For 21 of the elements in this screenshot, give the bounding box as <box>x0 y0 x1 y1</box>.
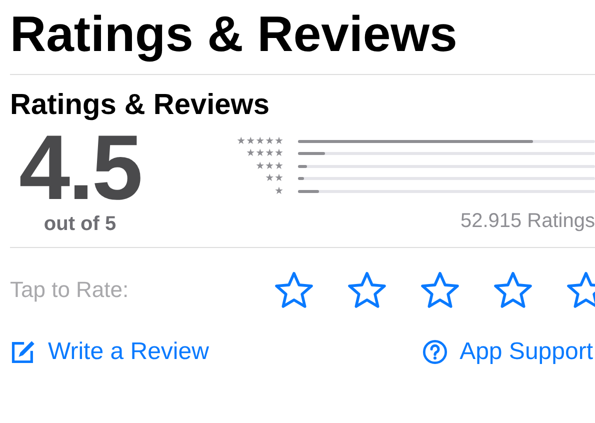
star-icon[interactable] <box>565 269 595 311</box>
star-label: ★★ <box>265 173 284 184</box>
tap-to-rate-label: Tap to Rate: <box>10 277 130 303</box>
star-label: ★ <box>274 186 284 197</box>
star-label: ★★★ <box>256 160 284 172</box>
section-title: Ratings & Reviews <box>10 88 270 123</box>
app-support-link[interactable]: App Support <box>422 338 593 366</box>
page-title: Ratings & Reviews <box>10 6 458 62</box>
score-caption: out of 5 <box>44 213 116 235</box>
ratings-count: 52.915 Ratings <box>459 210 595 232</box>
star-icon[interactable] <box>492 269 534 311</box>
average-score: 4.5 <box>19 123 141 213</box>
star-label: ★★★★★ <box>236 136 284 147</box>
star-icon[interactable] <box>273 269 315 311</box>
compose-icon <box>10 339 36 365</box>
star-icon[interactable] <box>346 269 388 311</box>
rating-stars[interactable] <box>273 269 595 311</box>
help-icon <box>422 339 448 365</box>
write-review-link[interactable]: Write a Review <box>10 338 209 366</box>
star-label: ★★★★ <box>246 148 284 160</box>
star-icon[interactable] <box>419 269 461 311</box>
